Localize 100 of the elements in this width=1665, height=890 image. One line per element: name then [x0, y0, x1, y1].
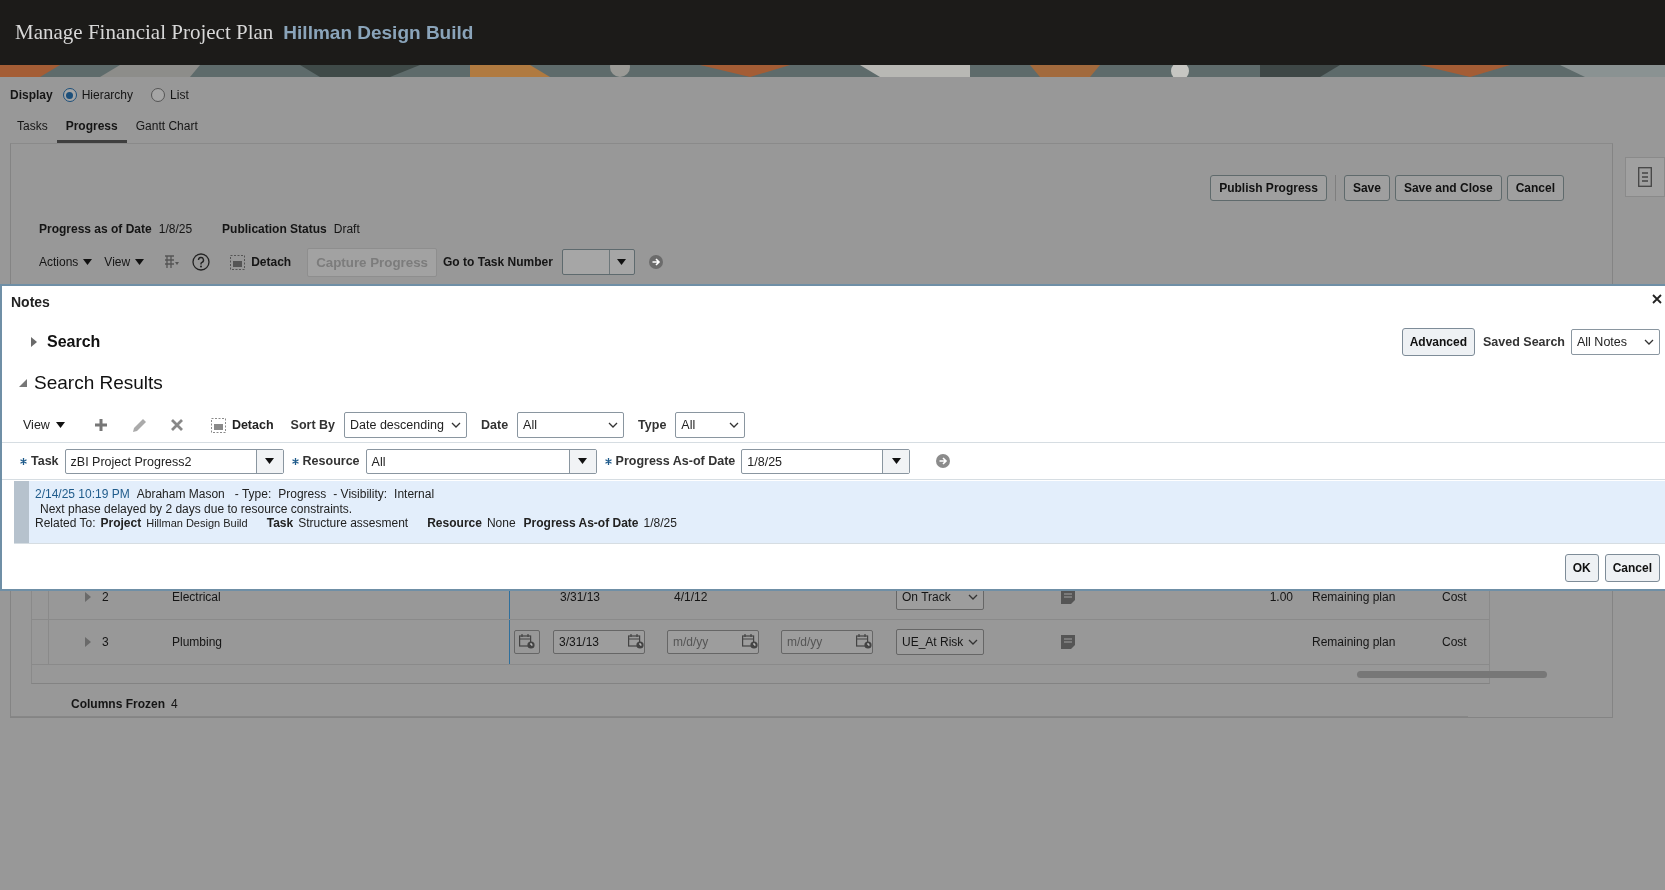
- status-dropdown[interactable]: UE_At Risk: [896, 628, 984, 655]
- detach-icon[interactable]: [230, 254, 246, 270]
- field-value: Draft: [333, 222, 360, 236]
- dialog-button[interactable]: OK: [1564, 554, 1599, 582]
- detach-button[interactable]: Detach: [210, 417, 274, 433]
- note-label: Related To:: [35, 516, 96, 531]
- notes-panel-button[interactable]: [1625, 157, 1665, 197]
- expand-icon[interactable]: [30, 337, 38, 347]
- related-label: Resource: [427, 516, 482, 531]
- display-label: Display: [10, 88, 53, 102]
- caret-icon: [578, 458, 588, 464]
- table-cell-text: 4/1/12: [673, 589, 709, 604]
- field-label: Go to Task Number: [443, 255, 553, 269]
- action-button[interactable]: Save: [1343, 175, 1390, 201]
- note-icon[interactable]: [1061, 634, 1075, 649]
- freeze-icon[interactable]: [164, 254, 181, 270]
- dialog-button[interactable]: Cancel: [1604, 554, 1660, 582]
- radio-label: Hierarchy: [81, 88, 134, 102]
- related-label: Task: [266, 516, 294, 531]
- table-cell-text: 3/31/13: [559, 589, 602, 604]
- radio-button[interactable]: [151, 88, 166, 102]
- chevron-icon: [451, 422, 461, 428]
- field-label: Task: [31, 454, 59, 468]
- detach-button[interactable]: Detach: [230, 254, 292, 270]
- filter-dropdown[interactable]: All: [675, 412, 746, 438]
- action-button[interactable]: Save and Close: [1394, 175, 1502, 201]
- detach-icon[interactable]: [210, 417, 226, 433]
- add-icon[interactable]: [93, 418, 108, 432]
- section-title: Search Results: [34, 372, 163, 394]
- document-icon: [1638, 167, 1652, 187]
- view-menu[interactable]: View: [23, 418, 65, 432]
- field-label: Resource: [302, 454, 360, 468]
- related-value: Structure assesment: [298, 516, 409, 531]
- caret-icon: [135, 259, 145, 265]
- calendar-icon[interactable]: [519, 634, 535, 650]
- go-icon[interactable]: [936, 454, 951, 468]
- calendar-icon[interactable]: [856, 634, 872, 650]
- calendar-icon[interactable]: [742, 634, 758, 650]
- chevron-icon: [1644, 339, 1654, 345]
- view-menu[interactable]: View: [104, 255, 145, 269]
- radio-label: List: [170, 88, 189, 102]
- field-label: Publication Status: [222, 222, 327, 236]
- saved-search-dropdown[interactable]: All Notes: [1571, 329, 1660, 355]
- related-value: Hillman Design Build: [146, 516, 248, 531]
- note-date-link[interactable]: 2/14/25 10:19 PM: [35, 487, 130, 502]
- task-number-combo[interactable]: [561, 249, 635, 275]
- calendar-icon[interactable]: [628, 634, 644, 650]
- caret-icon: [617, 259, 627, 265]
- chevron-icon: [968, 638, 978, 645]
- search-field[interactable]: 1/8/25: [741, 448, 911, 474]
- tab[interactable]: Tasks: [8, 115, 57, 143]
- table-cell-text: Remaining plan: [1311, 634, 1397, 649]
- note-row[interactable]: [14, 481, 1665, 544]
- note-label: - Visibility:: [333, 487, 388, 502]
- actions-menu[interactable]: Actions: [39, 255, 93, 269]
- field-label: Sort By: [290, 418, 335, 432]
- dialog-title: Notes: [11, 294, 50, 312]
- related-label: Progress As-of Date: [523, 516, 639, 531]
- help-icon[interactable]: [192, 253, 211, 271]
- date-field[interactable]: 3/31/13: [553, 629, 645, 654]
- field-label: Progress as of Date: [39, 222, 152, 236]
- chevron-icon: [968, 593, 978, 600]
- close-icon[interactable]: [1652, 294, 1662, 304]
- related-label: Project: [100, 516, 142, 531]
- note-label: - Type:: [234, 487, 272, 502]
- related-value: None: [486, 516, 516, 531]
- filter-dropdown[interactable]: Date descending: [344, 412, 467, 438]
- radio-button[interactable]: [62, 88, 77, 102]
- field-label: Columns Frozen: [71, 696, 165, 713]
- search-field[interactable]: All: [365, 448, 597, 474]
- chevron-icon: [608, 422, 619, 428]
- field-label: Date: [481, 418, 509, 432]
- action-button[interactable]: Publish Progress: [1210, 175, 1327, 201]
- tab[interactable]: Gantt Chart: [126, 115, 207, 143]
- task-number: 3: [102, 634, 109, 649]
- related-value: 1/8/25: [643, 516, 677, 531]
- table-cell-text: Cost: [1441, 589, 1468, 604]
- task-number: 2: [102, 589, 109, 604]
- note-visibility: Internal: [394, 487, 435, 502]
- field-value: 4: [171, 696, 178, 713]
- advanced-button[interactable]: Advanced: [1401, 328, 1475, 356]
- edit-icon[interactable]: [130, 416, 149, 434]
- chevron-icon: [729, 422, 740, 428]
- caret-icon: [265, 458, 275, 464]
- action-button[interactable]: Cancel: [1506, 175, 1564, 201]
- search-field[interactable]: zBI Project Progress2: [64, 448, 284, 474]
- table-cell-text: Remaining plan: [1311, 589, 1397, 604]
- field-value: 1/8/25: [158, 222, 193, 236]
- delete-icon[interactable]: [169, 418, 184, 432]
- tab[interactable]: Progress: [56, 115, 127, 143]
- caret-icon: [891, 458, 901, 464]
- go-icon[interactable]: [648, 255, 663, 269]
- table-cell-text: Cost: [1441, 634, 1468, 649]
- scrollbar-thumb[interactable]: [1357, 670, 1547, 678]
- note-type: Progress: [278, 487, 327, 502]
- filter-dropdown[interactable]: All: [517, 412, 625, 438]
- note-text: Next phase delayed by 2 days due to resource constraints.: [39, 501, 354, 516]
- calendar-button[interactable]: [514, 629, 540, 654]
- collapse-icon[interactable]: [19, 378, 27, 388]
- page-title: Manage Financial Project Plan: [15, 20, 274, 45]
